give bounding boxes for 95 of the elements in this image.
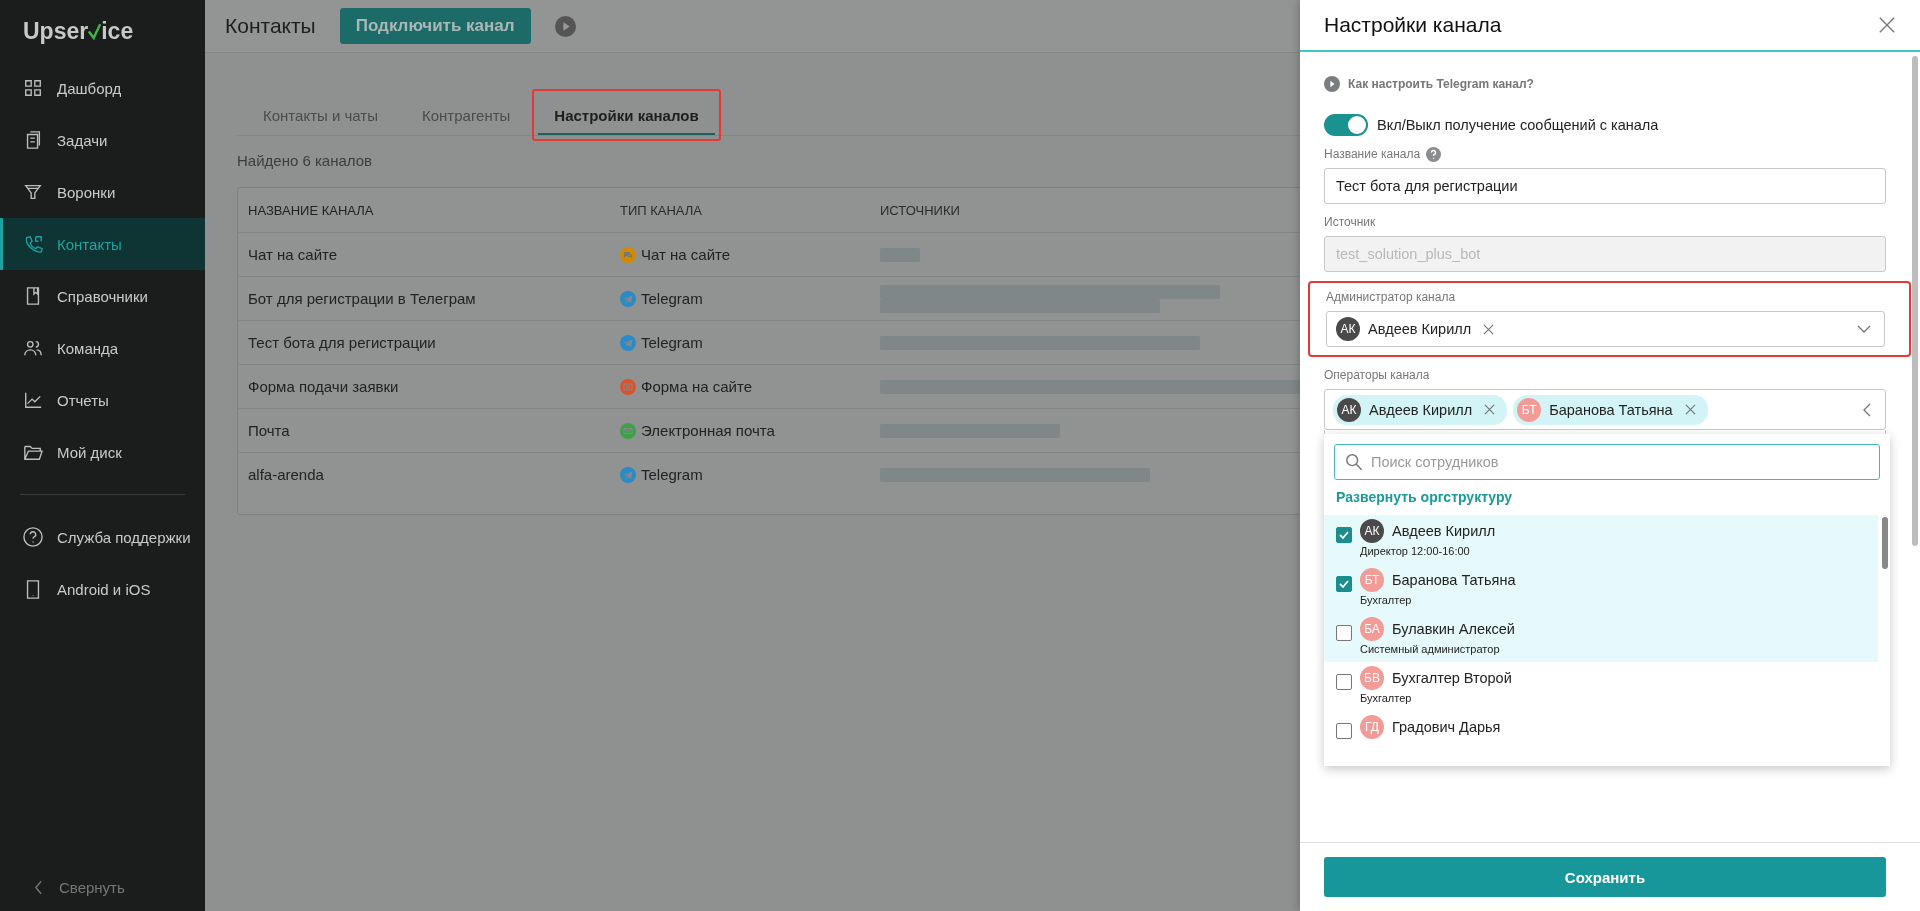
table-cell-text: Форма подачи заявки <box>248 378 400 395</box>
scrollbar[interactable] <box>1882 517 1888 569</box>
nav-item[interactable]: Дашборд <box>0 62 205 114</box>
list-item[interactable]: БВ Бухгалтер Второй Бухгалтер <box>1324 662 1878 711</box>
checkbox[interactable] <box>1336 674 1352 690</box>
play-icon[interactable] <box>1324 76 1340 92</box>
person-name: Градович Дарья <box>1392 719 1501 735</box>
logo-text: Upser <box>23 17 89 45</box>
nav-item[interactable]: Мой диск <box>0 426 205 478</box>
chip[interactable]: БТ Баранова Татьяна <box>1513 394 1708 425</box>
selected-value: Авдеев Кирилл <box>1368 321 1472 337</box>
checkbox[interactable] <box>1336 576 1352 592</box>
person-name: Бухгалтер Второй <box>1392 670 1512 686</box>
search-field[interactable]: Поиск сотрудников <box>1334 444 1880 480</box>
nav-item[interactable]: Android и iOS <box>0 563 205 615</box>
list-item[interactable]: ГД Градович Дарья <box>1324 711 1878 760</box>
multi-select-field[interactable]: АК Авдеев Кирилл БТ Баранова Татьяна <box>1324 389 1886 430</box>
input-field[interactable]: Тест бота для регистрации <box>1324 168 1886 204</box>
checkbox[interactable] <box>1336 723 1352 739</box>
field-label: Администратор канала <box>1326 290 1456 304</box>
avatar: АК <box>1360 519 1384 543</box>
toggle-switch[interactable] <box>1324 114 1368 136</box>
tab[interactable]: Настройки каналов <box>538 95 715 135</box>
remove-icon[interactable] <box>1484 404 1496 415</box>
list-item[interactable]: БТ Баранова Татьяна Бухгалтер <box>1324 564 1878 613</box>
search-icon <box>1345 453 1363 471</box>
avatar: БВ <box>1360 666 1384 690</box>
chip-label: Авдеев Кирилл <box>1369 401 1473 418</box>
toggle-label: Вкл/Выкл получение сообщений с канала <box>1377 117 1659 133</box>
table-cell: Чат на сайте <box>641 246 731 263</box>
people-icon <box>23 338 43 358</box>
chip-label: Баранова Татьяна <box>1549 401 1673 418</box>
check-icon <box>88 21 102 41</box>
remove-icon[interactable] <box>1684 404 1696 415</box>
person-role: Директор 12:00-16:00 <box>1360 545 1471 557</box>
table-cell: Telegram <box>641 290 703 307</box>
person-role: Системный администратор <box>1360 643 1501 655</box>
chevron-left-icon[interactable] <box>1863 402 1871 417</box>
table-cell-text: Бот для регистрации в Телеграм <box>248 290 477 307</box>
save-button[interactable]: Сохранить <box>1324 857 1886 897</box>
grid-icon <box>23 78 43 98</box>
phone-icon <box>23 234 43 254</box>
avatar: БТ <box>1517 397 1542 422</box>
remove-icon[interactable] <box>1483 323 1495 335</box>
table-cell-text: Тест бота для регистрации <box>248 334 437 351</box>
checkbox[interactable] <box>1336 527 1352 543</box>
close-icon[interactable] <box>1878 16 1896 34</box>
avatar: ГД <box>1360 715 1384 739</box>
table-cell: Telegram <box>641 334 703 351</box>
field-label: Операторы канала <box>1324 368 1430 382</box>
table-cell-text: Чат на сайте <box>248 246 339 263</box>
person-name: Баранова Татьяна <box>1392 572 1516 588</box>
funnel-icon <box>23 182 43 202</box>
help-icon[interactable] <box>1426 146 1442 162</box>
table-cell-text: alfa-arenda <box>248 466 325 483</box>
column-header: ТИП КАНАЛА <box>620 202 704 218</box>
person-name: Булавкин Алексей <box>1392 621 1515 637</box>
nav-item[interactable]: Справочники <box>0 270 205 322</box>
nav-item[interactable]: Контакты <box>0 218 205 270</box>
nav-item[interactable]: Отчеты <box>0 374 205 426</box>
table-cell: Telegram <box>641 466 703 483</box>
table-cell-text: Почта <box>248 422 291 439</box>
nav-item[interactable]: Воронки <box>0 166 205 218</box>
nav-item[interactable]: Служба поддержки <box>0 511 205 563</box>
table-cell: Форма на сайте <box>641 378 752 395</box>
table-cell: Электронная почта <box>641 422 775 439</box>
list-item[interactable]: АК Авдеев Кирилл Директор 12:00-16:00 <box>1324 515 1878 564</box>
person-role: Бухгалтер <box>1360 692 1413 704</box>
person-role: Бухгалтер <box>1360 594 1413 606</box>
column-header: НАЗВАНИЕ КАНАЛА <box>248 202 375 218</box>
page-title: Контакты <box>225 14 316 38</box>
logo-text: ice <box>101 17 134 45</box>
play-icon[interactable] <box>554 15 576 37</box>
person-name: Авдеев Кирилл <box>1392 523 1496 539</box>
help-icon <box>23 527 43 547</box>
chip[interactable]: АК Авдеев Кирилл <box>1333 394 1508 425</box>
field-label: Название канала <box>1324 147 1421 161</box>
panel-title: Настройки канала <box>1324 13 1502 37</box>
chart-icon <box>23 390 43 410</box>
select-field[interactable]: АК Авдеев Кирилл <box>1326 311 1885 347</box>
chevron-left-icon <box>34 879 43 895</box>
avatar: АК <box>1336 317 1360 341</box>
collapse-button[interactable]: Свернуть <box>0 863 205 911</box>
list-item[interactable]: БА Булавкин Алексей Системный администратор <box>1324 613 1878 662</box>
column-header: ИСТОЧНИКИ <box>880 202 961 218</box>
field-label: Источник <box>1324 215 1376 229</box>
avatar: БА <box>1360 617 1384 641</box>
avatar: АК <box>1337 397 1361 422</box>
nav-item[interactable]: Команда <box>0 322 205 374</box>
checkbox[interactable] <box>1336 625 1352 641</box>
scrollbar[interactable] <box>1912 56 1918 546</box>
nav-item[interactable]: Задачи <box>0 114 205 166</box>
avatar: БТ <box>1360 568 1384 592</box>
help-link[interactable]: Как настроить Telegram канал? <box>1348 77 1534 91</box>
chevron-down-icon[interactable] <box>1857 325 1871 333</box>
